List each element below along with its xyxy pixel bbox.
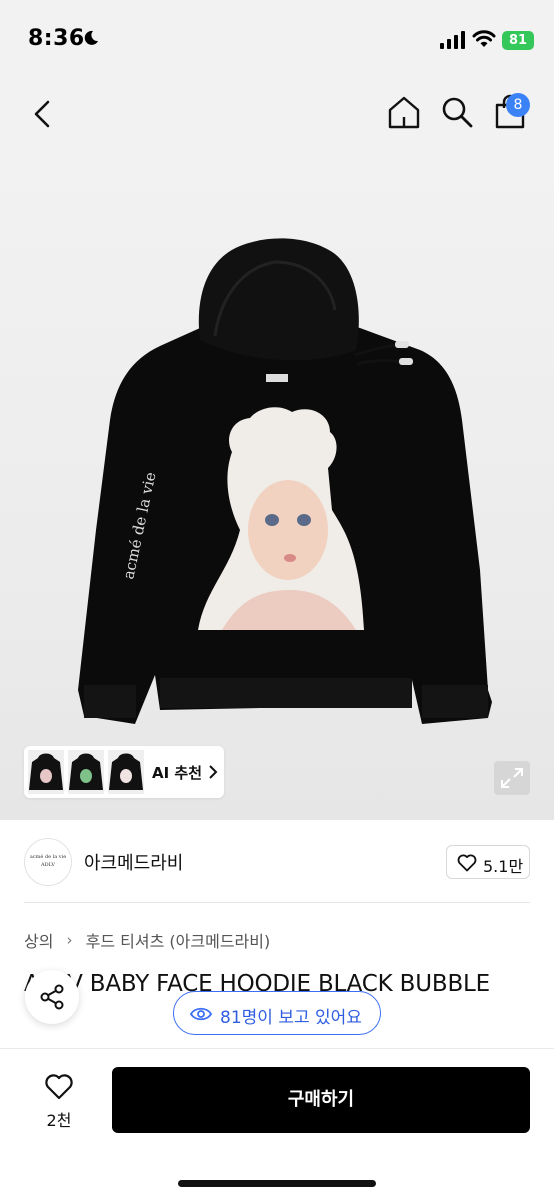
- breadcrumb-item[interactable]: 후드 티셔츠 (아크메드라비): [86, 928, 271, 952]
- viewers-count-pill: 81명이 보고 있어요: [173, 991, 381, 1035]
- top-nav: [0, 80, 554, 150]
- thumbnail-1[interactable]: [28, 750, 64, 794]
- heart-icon: [457, 854, 477, 872]
- thumbnail-hoodie-icon: [69, 753, 103, 790]
- hoodie-image: acmé de la vie: [78, 238, 492, 724]
- home-icon[interactable]: [386, 94, 422, 130]
- ai-recommend-label[interactable]: AI 추천: [152, 762, 202, 783]
- divider: [24, 902, 530, 903]
- status-time: 8:36: [28, 26, 85, 51]
- back-icon[interactable]: [30, 97, 54, 131]
- eye-icon: [190, 1007, 212, 1021]
- brand-logo-text: acmé de la vie: [29, 854, 67, 860]
- wifi-icon: [472, 30, 496, 47]
- thumbnail-hoodie-icon: [29, 753, 63, 790]
- home-indicator: [178, 1180, 376, 1187]
- expand-image-button[interactable]: [494, 761, 530, 795]
- brand-row[interactable]: acmé de la vie ADLV 아크메드라비 5.1만: [0, 820, 554, 902]
- signal-icon: [440, 31, 465, 49]
- share-button[interactable]: [25, 970, 79, 1024]
- battery-indicator: 81: [502, 31, 534, 50]
- share-icon: [40, 984, 64, 1010]
- chevron-right-icon: ›: [66, 931, 73, 949]
- buy-button[interactable]: 구매하기: [112, 1067, 530, 1133]
- brand-like-count: 5.1만: [483, 857, 524, 876]
- breadcrumb-item[interactable]: 상의: [24, 928, 53, 952]
- thumbnail-hoodie-icon: [109, 753, 143, 790]
- bottom-action-bar: 2천 구매하기: [0, 1048, 554, 1200]
- cart-count-badge: 8: [506, 93, 530, 117]
- brand-logo[interactable]: acmé de la vie ADLV: [24, 838, 72, 886]
- viewers-count-text: 81명이 보고 있어요: [220, 1008, 362, 1028]
- thumbnail-3[interactable]: [108, 750, 144, 794]
- status-bar: 8:36 81: [0, 0, 554, 80]
- favorite-count: 2천: [46, 1111, 72, 1130]
- product-image[interactable]: acmé de la vie: [0, 150, 554, 820]
- expand-icon: [501, 768, 523, 788]
- breadcrumb: 상의 › 후드 티셔츠 (아크메드라비): [24, 928, 271, 952]
- favorite-button[interactable]: 2천: [24, 1067, 94, 1133]
- brand-name[interactable]: 아크메드라비: [84, 849, 183, 875]
- thumbnail-2[interactable]: [68, 750, 104, 794]
- search-icon[interactable]: [440, 95, 474, 129]
- brand-logo-text: ADLV: [41, 862, 55, 868]
- moon-icon: [84, 30, 98, 45]
- ai-recommend-strip[interactable]: AI 추천: [24, 746, 224, 798]
- brand-like-button[interactable]: 5.1만: [446, 845, 530, 879]
- chevron-right-icon: [209, 765, 218, 779]
- heart-icon: [45, 1074, 73, 1100]
